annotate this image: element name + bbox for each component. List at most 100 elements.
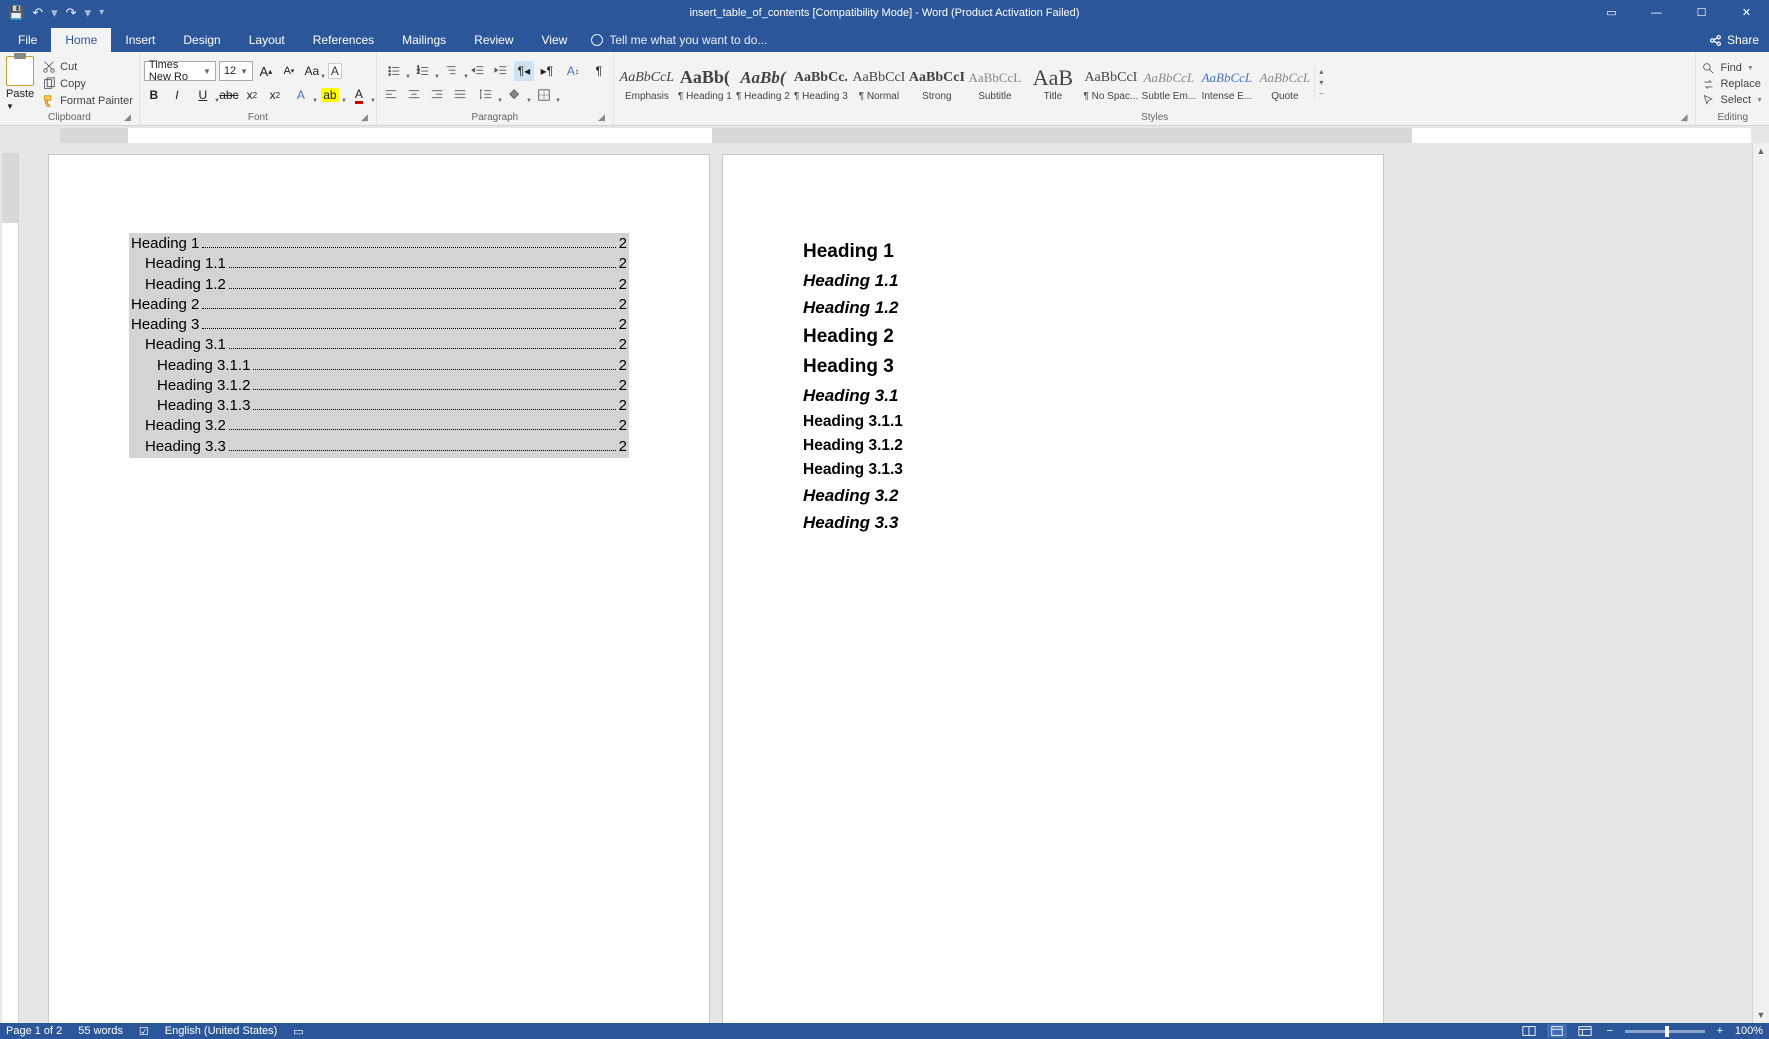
style-quote[interactable]: AaBbCcLQuote xyxy=(1256,54,1314,112)
heading-level-3[interactable]: Heading 3.1.2 xyxy=(803,437,1303,455)
style--heading-1[interactable]: AaBb(¶ Heading 1 xyxy=(676,54,734,112)
undo-icon[interactable]: ↶ xyxy=(32,5,43,21)
style-emphasis[interactable]: AaBbCcLEmphasis xyxy=(618,54,676,112)
heading-level-1[interactable]: Heading 1 xyxy=(803,241,1303,263)
maximize-icon[interactable]: ☐ xyxy=(1679,0,1724,25)
heading-level-2[interactable]: Heading 3.1 xyxy=(803,386,1303,406)
underline-button[interactable]: U▼ xyxy=(190,85,216,105)
select-button[interactable]: Select ▼ xyxy=(1700,93,1765,108)
heading-level-2[interactable]: Heading 3.2 xyxy=(803,486,1303,506)
zoom-out-button[interactable]: − xyxy=(1603,1025,1617,1037)
style--heading-2[interactable]: AaBb(¶ Heading 2 xyxy=(734,54,792,112)
multilevel-list-button[interactable]: ▼ xyxy=(439,61,465,81)
zoom-level[interactable]: 100% xyxy=(1735,1025,1763,1037)
close-icon[interactable]: ✕ xyxy=(1724,0,1769,25)
heading-level-1[interactable]: Heading 2 xyxy=(803,326,1303,348)
align-center-button[interactable] xyxy=(404,85,424,105)
tab-view[interactable]: View xyxy=(528,28,582,52)
format-painter-button[interactable]: Format Painter xyxy=(40,93,135,109)
print-layout-button[interactable] xyxy=(1547,1024,1567,1038)
tab-design[interactable]: Design xyxy=(169,28,234,52)
tab-insert[interactable]: Insert xyxy=(111,28,169,52)
bold-button[interactable]: B xyxy=(144,85,164,105)
macros-icon[interactable]: ▭ xyxy=(293,1025,303,1038)
style-intense-e-[interactable]: AaBbCcLIntense E... xyxy=(1198,54,1256,112)
ribbon-options-icon[interactable]: ▭ xyxy=(1589,0,1634,25)
pages-container[interactable]: Heading 1 2Heading 1.1 2Heading 1.2 2Hea… xyxy=(19,143,1752,1023)
decrease-indent-button[interactable] xyxy=(468,61,488,81)
share-button[interactable]: Share xyxy=(1709,28,1759,52)
highlight-button[interactable]: ab▼ xyxy=(317,85,343,105)
style-strong[interactable]: AaBbCcIStrong xyxy=(908,54,966,112)
copy-button[interactable]: Copy xyxy=(40,76,135,92)
scroll-down-icon[interactable]: ▼ xyxy=(1753,1007,1769,1023)
grow-font-button[interactable]: A▴ xyxy=(256,61,276,81)
redo-icon[interactable]: ↷ xyxy=(66,5,77,21)
horizontal-ruler[interactable] xyxy=(0,126,1769,143)
toc-entry[interactable]: Heading 3.1.1 2 xyxy=(129,356,629,376)
page-indicator[interactable]: Page 1 of 2 xyxy=(6,1025,62,1037)
cut-button[interactable]: Cut xyxy=(40,59,135,75)
font-launcher-icon[interactable]: ◢ xyxy=(361,112,368,123)
toc-entry[interactable]: Heading 3.3 2 xyxy=(129,437,629,457)
clear-formatting-button[interactable]: A xyxy=(325,61,345,81)
toc-entry[interactable]: Heading 3.1.3 2 xyxy=(129,396,629,416)
vertical-scrollbar[interactable]: ▲ ▼ xyxy=(1752,143,1769,1023)
table-of-contents[interactable]: Heading 1 2Heading 1.1 2Heading 1.2 2Hea… xyxy=(129,233,629,458)
page-2[interactable]: Heading 1 Heading 1.1 Heading 1.2 Heading 2… xyxy=(723,155,1383,1023)
ltr-button[interactable]: ¶◂ xyxy=(514,61,534,81)
tell-me-search[interactable]: Tell me what you want to do... xyxy=(591,28,767,52)
bullets-button[interactable]: ▼ xyxy=(381,61,407,81)
align-left-button[interactable] xyxy=(381,85,401,105)
read-mode-button[interactable] xyxy=(1519,1024,1539,1038)
strikethrough-button[interactable]: abc xyxy=(219,85,239,105)
align-right-button[interactable] xyxy=(427,85,447,105)
toc-entry[interactable]: Heading 2 2 xyxy=(129,295,629,315)
heading-level-2[interactable]: Heading 1.1 xyxy=(803,271,1303,291)
clipboard-launcher-icon[interactable]: ◢ xyxy=(124,112,131,123)
show-marks-button[interactable]: ¶ xyxy=(589,61,609,81)
sort-button[interactable]: A↕ xyxy=(560,61,586,81)
font-color-button[interactable]: A▼ xyxy=(346,85,372,105)
font-name-combo[interactable]: Times New Ro▼ xyxy=(144,61,216,81)
style-title[interactable]: AaBTitle xyxy=(1024,54,1082,112)
minimize-icon[interactable]: — xyxy=(1634,0,1679,25)
web-layout-button[interactable] xyxy=(1575,1024,1595,1038)
tab-references[interactable]: References xyxy=(299,28,388,52)
font-size-combo[interactable]: 12▼ xyxy=(219,61,253,81)
tab-mailings[interactable]: Mailings xyxy=(388,28,460,52)
superscript-button[interactable]: x2 xyxy=(265,85,285,105)
borders-button[interactable]: ▼ xyxy=(531,85,557,105)
replace-button[interactable]: Replace xyxy=(1700,77,1765,92)
styles-launcher-icon[interactable]: ◢ xyxy=(1681,112,1688,123)
tab-layout[interactable]: Layout xyxy=(235,28,299,52)
shrink-font-button[interactable]: A▾ xyxy=(279,61,299,81)
shading-button[interactable]: ▼ xyxy=(502,85,528,105)
style--heading-3[interactable]: AaBbCc.¶ Heading 3 xyxy=(792,54,850,112)
toc-entry[interactable]: Heading 3.1 2 xyxy=(129,335,629,355)
heading-level-3[interactable]: Heading 3.1.1 xyxy=(803,413,1303,431)
numbering-button[interactable]: 12▼ xyxy=(410,61,436,81)
scroll-up-icon[interactable]: ▲ xyxy=(1753,143,1769,159)
change-case-button[interactable]: Aa▼ xyxy=(302,61,322,81)
save-icon[interactable]: 💾 xyxy=(8,5,24,21)
styles-gallery[interactable]: AaBbCcLEmphasisAaBb(¶ Heading 1AaBb(¶ He… xyxy=(618,54,1314,112)
heading-level-2[interactable]: Heading 1.2 xyxy=(803,298,1303,318)
vertical-ruler[interactable] xyxy=(2,153,19,1023)
rtl-button[interactable]: ▸¶ xyxy=(537,61,557,81)
tab-home[interactable]: Home xyxy=(51,28,111,52)
styles-more-button[interactable]: ▴▾⎯ xyxy=(1314,67,1328,99)
zoom-in-button[interactable]: + xyxy=(1713,1025,1727,1037)
subscript-button[interactable]: x2 xyxy=(242,85,262,105)
spellcheck-icon[interactable]: ☑ xyxy=(139,1025,149,1038)
increase-indent-button[interactable] xyxy=(491,61,511,81)
style-subtle-em-[interactable]: AaBbCcLSubtle Em... xyxy=(1140,54,1198,112)
line-spacing-button[interactable]: ▼ xyxy=(473,85,499,105)
style--no-spac-[interactable]: AaBbCcI¶ No Spac... xyxy=(1082,54,1140,112)
toc-entry[interactable]: Heading 1 2 xyxy=(129,234,629,254)
heading-level-3[interactable]: Heading 3.1.3 xyxy=(803,461,1303,479)
style--normal[interactable]: AaBbCcI¶ Normal xyxy=(850,54,908,112)
word-count[interactable]: 55 words xyxy=(78,1025,123,1037)
heading-level-2[interactable]: Heading 3.3 xyxy=(803,513,1303,533)
toc-entry[interactable]: Heading 1.2 2 xyxy=(129,275,629,295)
